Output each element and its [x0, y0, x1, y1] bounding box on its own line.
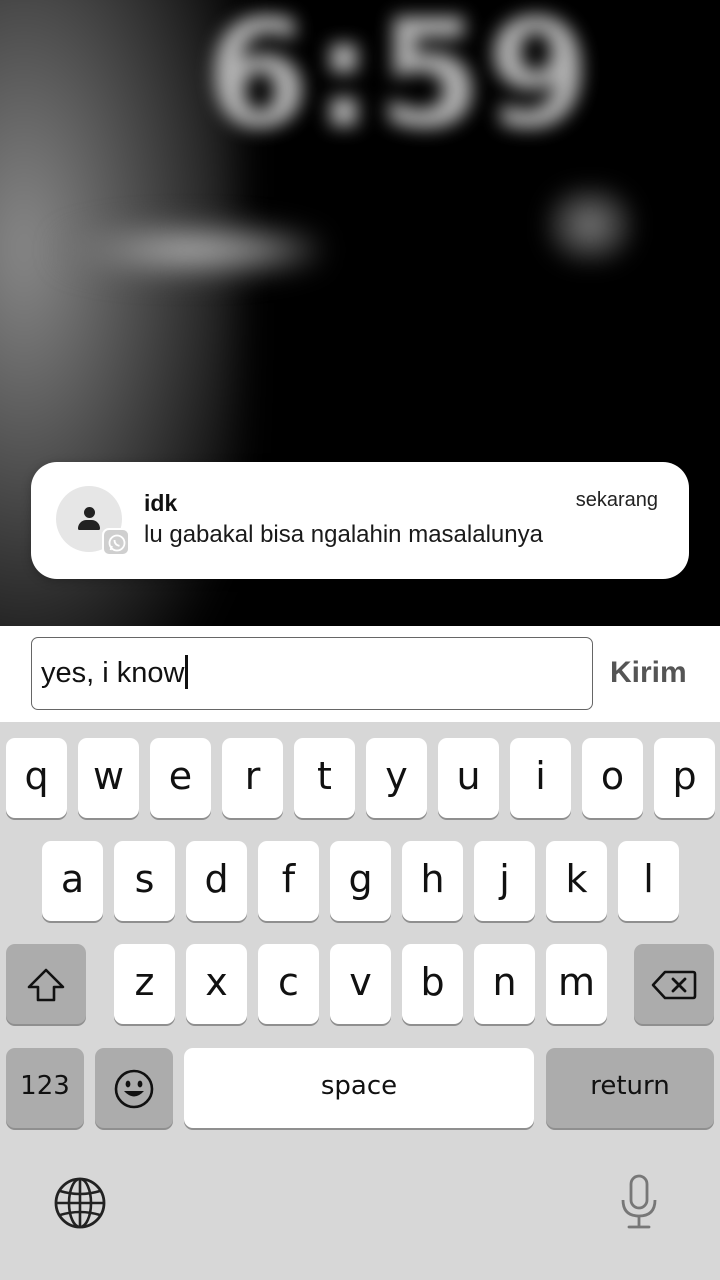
key-e[interactable]: e	[150, 738, 211, 818]
return-key[interactable]: return	[546, 1048, 714, 1128]
key-a[interactable]: a	[42, 841, 103, 921]
notification-banner[interactable]: idk sekarang lu gabakal bisa ngalahin ma…	[31, 462, 689, 579]
key-p[interactable]: p	[654, 738, 715, 818]
microphone-icon[interactable]	[620, 1174, 658, 1235]
notification-message: lu gabakal bisa ngalahin masalalunya	[144, 521, 543, 548]
key-d[interactable]: d	[186, 841, 247, 921]
key-h[interactable]: h	[402, 841, 463, 921]
backspace-icon	[651, 970, 697, 999]
shift-key[interactable]	[6, 944, 86, 1024]
reply-input-text: yes, i know	[41, 657, 185, 689]
globe-icon[interactable]	[54, 1177, 106, 1234]
keyboard: q w e r t y u i o p a s d f g h j k l z …	[0, 722, 720, 1280]
text-cursor	[185, 655, 189, 690]
notification-time: sekarang	[575, 489, 658, 511]
delete-key[interactable]	[634, 944, 714, 1024]
key-w[interactable]: w	[78, 738, 139, 818]
key-z[interactable]: z	[114, 944, 175, 1024]
emoji-icon	[114, 1069, 154, 1108]
key-c[interactable]: c	[258, 944, 319, 1024]
shift-icon	[27, 968, 65, 1001]
key-k[interactable]: k	[546, 841, 607, 921]
key-l[interactable]: l	[618, 841, 679, 921]
send-button[interactable]: Kirim	[610, 656, 687, 690]
key-b[interactable]: b	[402, 944, 463, 1024]
key-u[interactable]: u	[438, 738, 499, 818]
key-x[interactable]: x	[186, 944, 247, 1024]
key-q[interactable]: q	[6, 738, 67, 818]
key-f[interactable]: f	[258, 841, 319, 921]
whatsapp-icon	[102, 528, 130, 556]
key-g[interactable]: g	[330, 841, 391, 921]
lock-screen: 6:59 idk sekarang lu gabakal bisa ngalah…	[0, 0, 720, 1280]
space-key[interactable]: space	[184, 1048, 534, 1128]
key-t[interactable]: t	[294, 738, 355, 818]
emoji-key[interactable]	[95, 1048, 173, 1128]
key-y[interactable]: y	[366, 738, 427, 818]
key-s[interactable]: s	[114, 841, 175, 921]
key-j[interactable]: j	[474, 841, 535, 921]
reply-bar: yes, i know Kirim	[0, 626, 720, 722]
key-v[interactable]: v	[330, 944, 391, 1024]
key-n[interactable]: n	[474, 944, 535, 1024]
blurred-clock: 6:59	[205, 0, 595, 162]
key-r[interactable]: r	[222, 738, 283, 818]
reply-input[interactable]: yes, i know	[31, 637, 593, 710]
key-i[interactable]: i	[510, 738, 571, 818]
numbers-key[interactable]: 123	[6, 1048, 84, 1128]
key-o[interactable]: o	[582, 738, 643, 818]
notification-sender: idk	[144, 490, 178, 516]
key-m[interactable]: m	[546, 944, 607, 1024]
